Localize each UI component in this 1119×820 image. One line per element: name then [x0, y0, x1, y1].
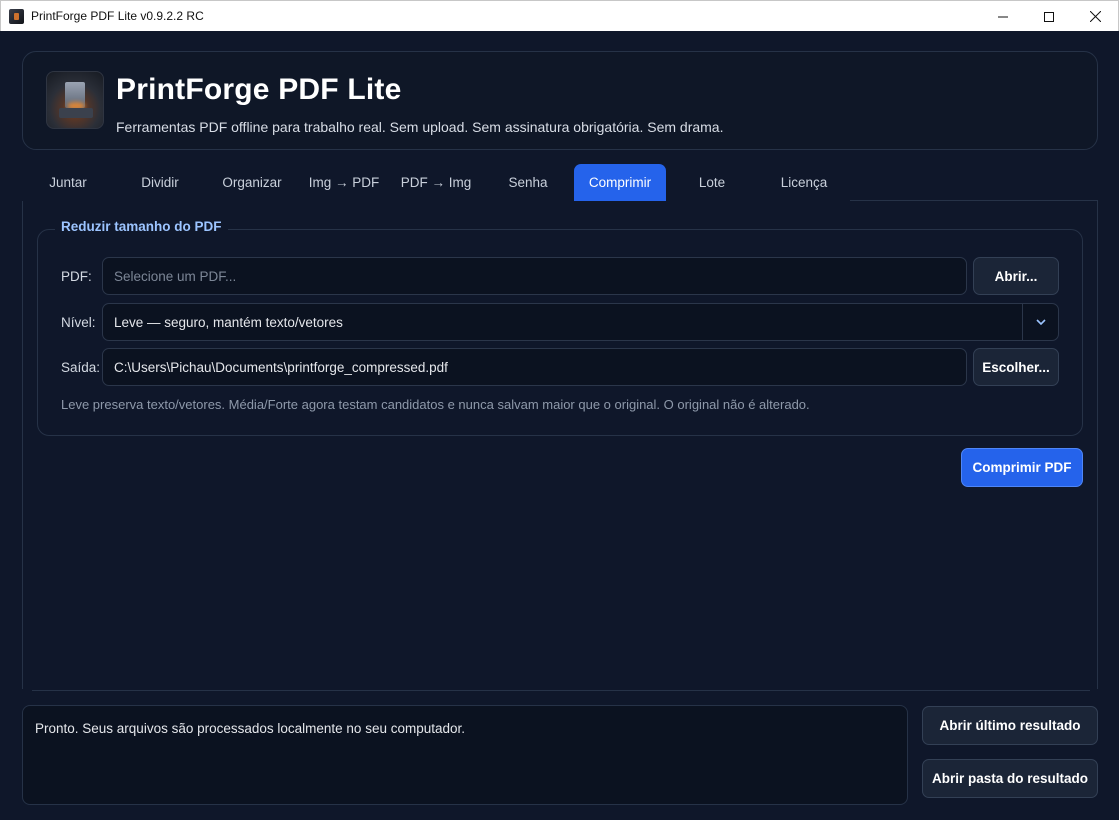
close-icon [1089, 11, 1101, 22]
footer-divider [32, 690, 1090, 691]
pdf-input[interactable] [114, 268, 966, 284]
close-button[interactable] [1072, 1, 1118, 32]
tab-licenca[interactable]: Licença [758, 164, 850, 201]
level-label: Nível: [61, 315, 96, 330]
tab-senha[interactable]: Senha [482, 164, 574, 201]
open-result-folder-button[interactable]: Abrir pasta do resultado [922, 759, 1098, 798]
app-subtitle: Ferramentas PDF offline para trabalho re… [116, 119, 724, 135]
tab-juntar[interactable]: Juntar [22, 164, 114, 201]
tab-pdf-to-img[interactable]: PDF → Img [390, 164, 482, 201]
maximize-icon [1044, 11, 1054, 22]
output-label: Saída: [61, 360, 101, 375]
pdf-field[interactable] [102, 257, 967, 295]
pdf-label: PDF: [61, 269, 92, 284]
status-text: Pronto. Seus arquivos são processados lo… [35, 721, 466, 736]
tab-img-to-pdf[interactable]: Img → PDF [298, 164, 390, 201]
tab-organizar[interactable]: Organizar [206, 164, 298, 201]
tab-bar: Juntar Dividir Organizar Img → PDF PDF →… [22, 164, 850, 201]
choose-output-button[interactable]: Escolher... [973, 348, 1059, 386]
chevron-down-icon[interactable] [1022, 304, 1058, 340]
minimize-button[interactable] [980, 1, 1026, 32]
tab-lote[interactable]: Lote [666, 164, 758, 201]
level-select[interactable]: Leve — seguro, mantém texto/vetores [102, 303, 1059, 341]
open-pdf-button[interactable]: Abrir... [973, 257, 1059, 295]
header-card: PrintForge PDF Lite Ferramentas PDF offl… [22, 51, 1098, 150]
maximize-button[interactable] [1026, 1, 1072, 32]
window-title: PrintForge PDF Lite v0.9.2.2 RC [31, 9, 204, 23]
open-last-result-button[interactable]: Abrir último resultado [922, 706, 1098, 745]
app-icon [9, 8, 24, 24]
compress-pdf-button[interactable]: Comprimir PDF [961, 448, 1083, 487]
app-logo [46, 71, 104, 129]
status-box: Pronto. Seus arquivos são processados lo… [22, 705, 908, 805]
compress-hint: Leve preserva texto/vetores. Média/Forte… [61, 397, 810, 412]
output-path-value: C:\Users\Pichau\Documents\printforge_com… [114, 359, 448, 375]
window-titlebar: PrintForge PDF Lite v0.9.2.2 RC [0, 0, 1119, 31]
level-select-value: Leve — seguro, mantém texto/vetores [114, 314, 343, 330]
output-field[interactable]: C:\Users\Pichau\Documents\printforge_com… [102, 348, 967, 386]
tab-comprimir[interactable]: Comprimir [574, 164, 666, 201]
group-title: Reduzir tamanho do PDF [55, 219, 228, 234]
tab-dividir[interactable]: Dividir [114, 164, 206, 201]
app-title: PrintForge PDF Lite [116, 73, 402, 106]
minimize-icon [998, 16, 1008, 17]
